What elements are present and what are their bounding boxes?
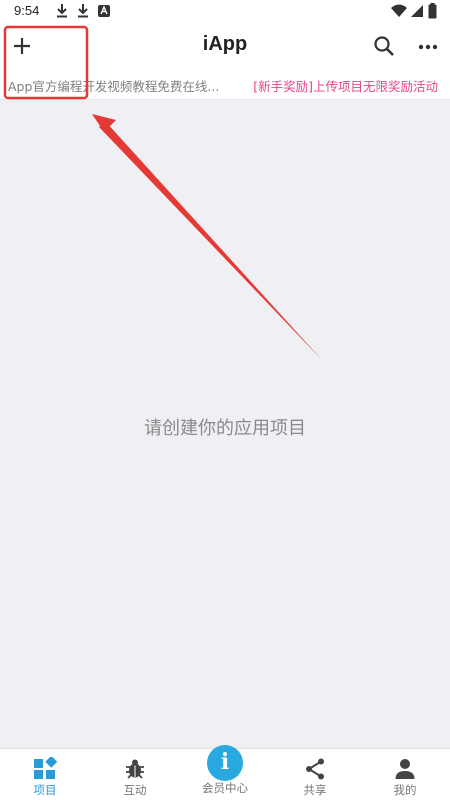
nav-label-mine: 我的 xyxy=(393,783,417,797)
nav-item-interact[interactable]: 互动 xyxy=(90,749,180,800)
nav-item-member-center[interactable]: i 会员中心 xyxy=(180,745,270,800)
nav-item-share[interactable]: 共享 xyxy=(270,749,360,800)
nav-label-member-center: 会员中心 xyxy=(202,781,248,795)
bottom-nav: 项目 互动 i 会员中心 共享 我的 xyxy=(0,745,450,800)
more-icon[interactable] xyxy=(412,30,444,62)
nav-label-interact: 互动 xyxy=(123,783,147,797)
project-list: 请创建你的应用项目 xyxy=(0,100,450,748)
status-time: 9:54 xyxy=(14,3,40,18)
bug-icon xyxy=(126,759,144,779)
search-icon[interactable] xyxy=(368,30,400,62)
wifi-icon xyxy=(391,4,407,17)
grid-icon xyxy=(34,757,57,779)
download-icon xyxy=(78,4,88,18)
nav-label-share: 共享 xyxy=(303,783,327,797)
battery-icon xyxy=(428,3,437,19)
nav-item-mine[interactable]: 我的 xyxy=(360,749,450,800)
notice-bar: App官方编程开发视频教程免费在线... [新手奖励]上传项目无限奖励活动 xyxy=(0,68,450,100)
download-icon xyxy=(57,4,67,18)
reward-link[interactable]: [新手奖励]上传项目无限奖励活动 xyxy=(253,76,438,95)
nav-item-projects[interactable]: 项目 xyxy=(0,749,90,800)
tutorial-link[interactable]: App官方编程开发视频教程免费在线... xyxy=(8,76,219,95)
nav-label-projects: 项目 xyxy=(33,783,57,797)
signal-icon xyxy=(411,5,423,17)
store-icon xyxy=(98,5,110,17)
info-badge-icon: i xyxy=(207,745,243,781)
status-bar: 9:54 xyxy=(0,0,450,24)
share-icon xyxy=(306,758,324,780)
person-icon xyxy=(395,759,415,779)
app-bar: iApp xyxy=(0,24,450,68)
empty-state-text: 请创建你的应用项目 xyxy=(144,418,306,439)
